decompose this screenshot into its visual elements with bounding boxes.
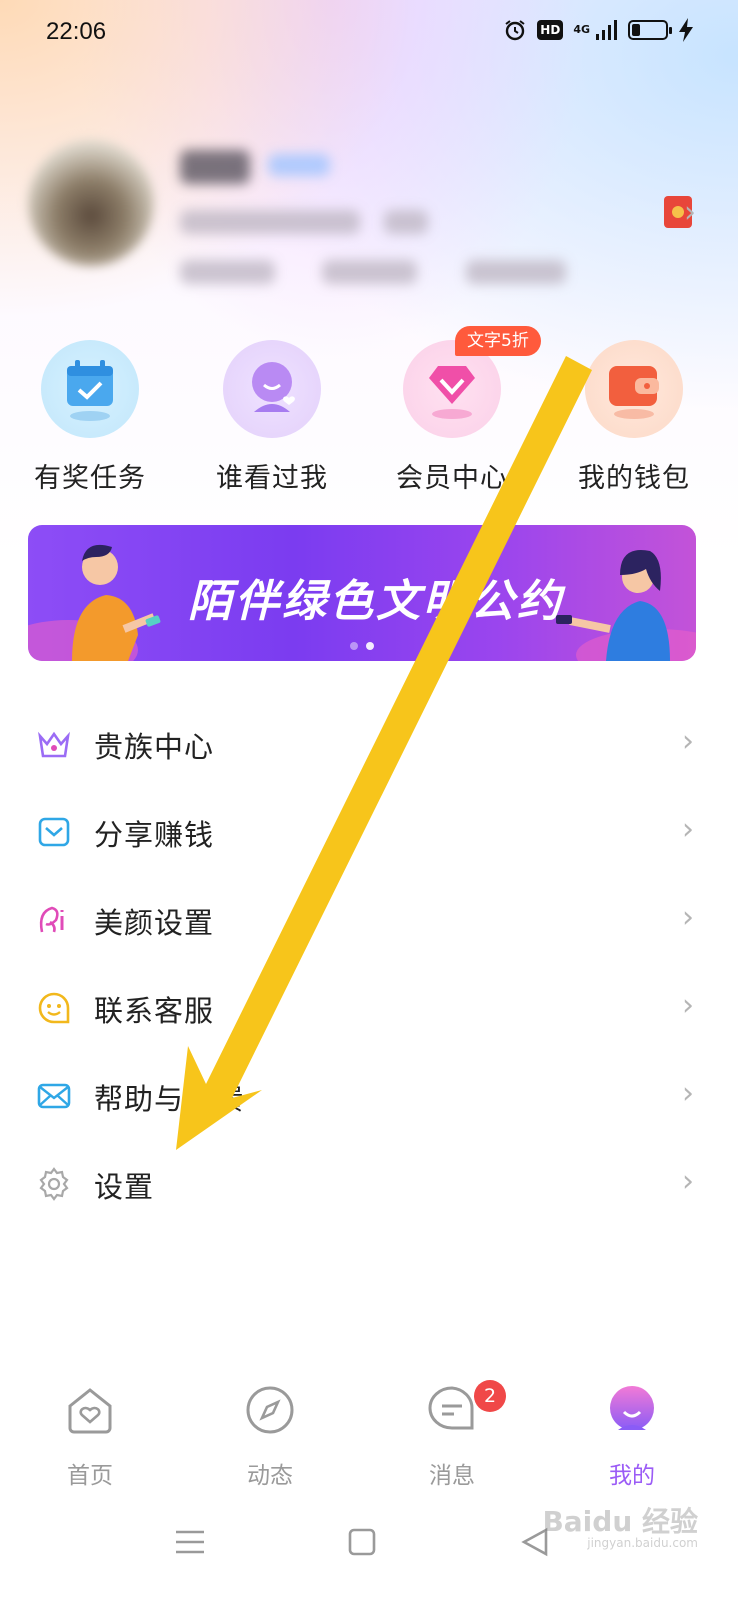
signature-blur [180,210,360,234]
chevron-right-icon: › [682,1076,694,1111]
watermark-text: Baidu 经验 [542,1505,698,1538]
charging-icon [679,18,693,42]
home-heart-icon [68,1388,112,1434]
quick-action-label: 谁看过我 [216,463,328,494]
banner-title: 陌伴绿色文明公约 [188,576,564,627]
quick-actions: 有奖任务 谁看过我 会员中心 我的钱包 [0,340,738,494]
menu-icon[interactable] [170,1522,210,1562]
profile-header[interactable]: › [0,120,738,310]
chevron-right-icon: › [682,900,694,935]
menu-item-noble[interactable]: 贵族中心 › [0,700,738,788]
visitor-icon [223,340,321,438]
tab-me[interactable]: 我的 [542,1372,722,1490]
wallet-icon [585,340,683,438]
banner-dot-2[interactable] [366,642,374,650]
gear-icon [39,1167,69,1201]
tab-label: 动态 [247,1463,293,1489]
stats-blur-1 [180,260,275,284]
mail-icon [37,1083,71,1109]
menu-item-label: 贵族中心 [94,730,215,764]
network-label: 4G [573,23,590,36]
quick-action-vip[interactable]: 会员中心 [360,340,544,495]
menu-item-label: 帮助与反馈 [94,1082,245,1116]
menu-item-help-feedback[interactable]: 帮助与反馈 › [0,1052,738,1140]
tab-label: 首页 [67,1463,113,1489]
menu-item-label: 美颜设置 [94,906,215,940]
chevron-right-icon: › [682,988,694,1023]
profile-chevron-icon[interactable]: › [684,198,696,228]
menu-item-customer-service[interactable]: 联系客服 › [0,964,738,1052]
chevron-right-icon: › [682,812,694,847]
bottom-tab-bar: 首页 动态 消息 我的 [0,1372,738,1492]
menu-item-share[interactable]: 分享赚钱 › [0,788,738,876]
status-time: 22:06 [46,18,107,45]
tab-home[interactable]: 首页 [0,1372,180,1490]
menu-item-label: 设置 [94,1170,155,1204]
quick-action-label: 会员中心 [396,463,508,494]
stats-blur-2 [322,260,417,284]
signal-icon [596,20,617,40]
status-icons: HD 4G [503,18,694,42]
vip-discount-badge: 文字5折 [455,326,541,356]
crown-icon [38,731,70,758]
home-square-icon[interactable] [342,1522,382,1562]
menu-item-label: 分享赚钱 [94,818,215,852]
alarm-icon [505,20,525,41]
calendar-check-icon [41,340,139,438]
watermark-logo: Baidu 经验 jingyan.baidu.com [542,1500,698,1550]
watermark-url: jingyan.baidu.com [587,1536,698,1550]
banner-dot-1[interactable] [350,642,358,650]
hd-icon: HD [537,20,564,40]
battery-icon [628,20,672,40]
profile-avatar-icon [610,1386,654,1430]
menu-item-label: 联系客服 [94,994,215,1028]
avatar[interactable] [28,140,154,266]
quick-action-label: 我的钱包 [578,463,690,494]
stats-blur-3 [466,260,566,284]
tab-label: 我的 [609,1463,655,1489]
status-bar: 22:06 HD 4G [0,0,738,64]
promo-banner[interactable]: 陌伴绿色文明公约 [28,525,696,661]
tab-messages[interactable]: 消息 [362,1372,542,1490]
username-blur [180,150,250,184]
tag-blur [384,210,428,234]
smile-chat-icon [38,992,70,1024]
compass-icon [246,1386,294,1434]
tab-label: 消息 [429,1463,475,1489]
chevron-right-icon: › [682,1164,694,1199]
unread-badge: 2 [474,1380,506,1412]
quick-action-visitors[interactable]: 谁看过我 [180,340,364,495]
quick-action-tasks[interactable]: 有奖任务 [0,340,182,495]
quick-action-wallet[interactable]: 我的钱包 [542,340,726,495]
menu-item-settings[interactable]: 设置 › [0,1140,738,1228]
level-badge-blur [268,154,330,176]
share-envelope-icon [38,817,70,847]
menu-item-beauty[interactable]: 美颜设置 › [0,876,738,964]
chat-bubble-icon [428,1386,474,1430]
beauty-icon [39,906,64,933]
tab-feed[interactable]: 动态 [180,1372,360,1490]
chevron-right-icon: › [682,724,694,759]
quick-action-label: 有奖任务 [34,463,146,494]
